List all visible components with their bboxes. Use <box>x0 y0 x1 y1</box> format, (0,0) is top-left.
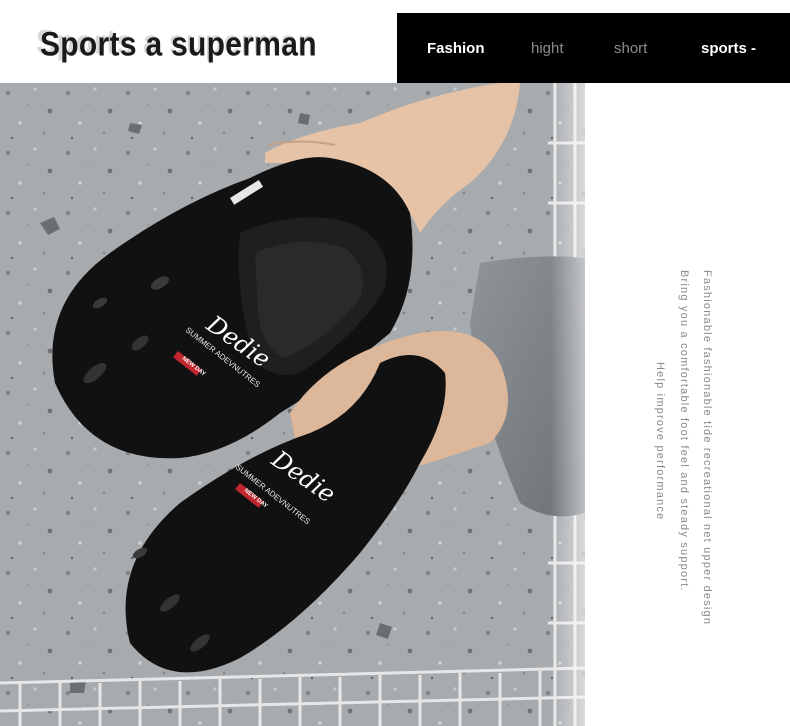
nav-item-short[interactable]: short <box>614 40 647 57</box>
product-photo: Dedie SUMMER ADEVNUTRES NEW DAY Dedie SU… <box>0 83 585 726</box>
header-title-group: Sports a superman Sports a superman <box>34 20 334 70</box>
nav-item-hight[interactable]: hight <box>531 40 564 57</box>
nav-item-sports[interactable]: sports - <box>701 40 756 57</box>
top-nav-bar: Fashion hight short sports - <box>397 13 790 83</box>
page-title: Sports a superman <box>40 25 317 64</box>
photo-edge-fade <box>550 83 585 726</box>
description-line-3: Help improve performance <box>654 362 666 521</box>
nav-item-fashion[interactable]: Fashion <box>427 40 485 57</box>
description-line-1: Fashionable fashionable tide recreationa… <box>701 270 713 626</box>
description-line-2: Bring you a comfortable foot feel and st… <box>678 270 690 592</box>
